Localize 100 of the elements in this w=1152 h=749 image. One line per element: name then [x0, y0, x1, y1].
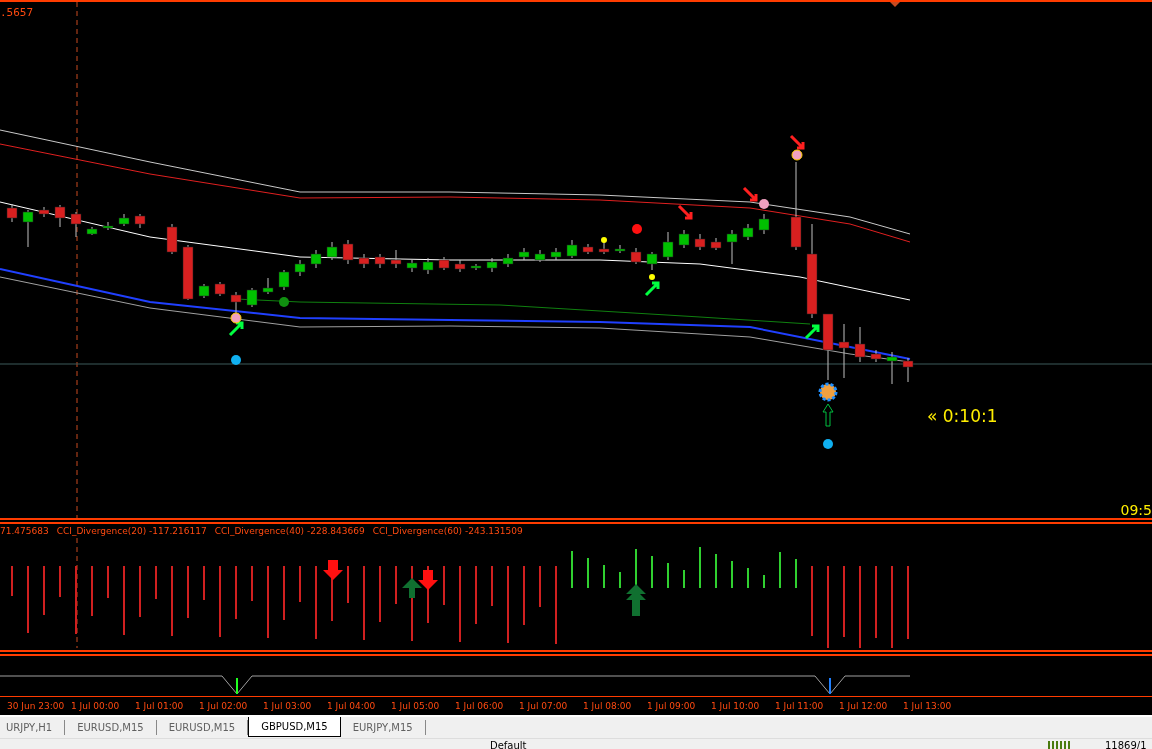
time-axis-label: 1 Jul 06:00 — [455, 701, 505, 711]
indicator-legend: CCI_Divergence(60) -243.131509 — [372, 526, 523, 538]
candle — [838, 323, 850, 379]
candle — [582, 243, 594, 255]
candle — [54, 204, 66, 228]
signal-dot-icon — [279, 297, 289, 307]
star-burst-icon — [818, 382, 838, 402]
signal-dot-icon — [759, 199, 769, 209]
time-axis-label: 1 Jul 04:00 — [327, 701, 377, 711]
candle — [726, 229, 738, 265]
price-label: .5657 — [0, 6, 34, 19]
candle — [518, 247, 530, 261]
time-axis-label: 1 Jul 07:00 — [519, 701, 569, 711]
candle — [422, 257, 434, 275]
signal-dot-icon — [791, 149, 803, 161]
candle — [406, 259, 418, 273]
time-axis-label: 1 Jul 13:00 — [903, 701, 953, 711]
chart-tab[interactable]: EURUSD,M15 — [65, 720, 157, 735]
up-arrow-icon — [822, 403, 834, 427]
down-arrow-icon — [418, 570, 438, 590]
time-axis-label: 30 Jun 23:00 — [7, 701, 66, 711]
time-axis-label: 1 Jul 11:00 — [775, 701, 825, 711]
buy-arrow-icon — [804, 324, 820, 340]
candle — [86, 226, 98, 236]
sell-arrow-icon — [742, 186, 758, 202]
candle — [678, 229, 690, 249]
candle — [166, 223, 178, 255]
buy-arrow-icon — [644, 281, 660, 297]
candle — [278, 269, 290, 291]
candle — [70, 211, 82, 238]
candle — [566, 239, 578, 259]
signal-dot-icon — [230, 312, 242, 324]
time-axis-label: 1 Jul 03:00 — [263, 701, 313, 711]
candle — [886, 351, 898, 385]
candle — [454, 259, 466, 273]
candle — [470, 263, 482, 271]
candle — [438, 256, 450, 271]
signal-dot-icon — [632, 224, 642, 234]
candle — [38, 206, 50, 218]
candle — [534, 249, 546, 263]
candle — [646, 251, 658, 271]
candle — [854, 326, 866, 363]
signal-dot-icon — [231, 355, 241, 365]
profile-label: Default — [490, 740, 527, 749]
chart-tab[interactable]: URJPY,H1 — [0, 720, 66, 735]
candle — [102, 221, 114, 231]
indicator-legend: CCI_Divergence(40) -228.843669 — [214, 526, 365, 538]
candle — [550, 247, 562, 261]
clock-label: 09:5 — [1120, 502, 1152, 518]
candle — [6, 203, 18, 223]
candle — [694, 233, 706, 251]
down-arrow-icon — [323, 560, 343, 580]
connection-bars-icon — [1048, 741, 1072, 749]
candle — [294, 259, 306, 277]
candle — [134, 213, 146, 229]
candle — [198, 283, 210, 299]
time-axis-label: 1 Jul 02:00 — [199, 701, 249, 711]
signal-dot-icon — [649, 274, 655, 280]
candle — [326, 241, 338, 261]
candle — [630, 247, 642, 265]
time-axis-label: 1 Jul 09:00 — [647, 701, 697, 711]
indicator-legend: 71.475683 — [0, 526, 49, 538]
candle — [310, 249, 322, 269]
up-arrow-icon — [626, 584, 646, 616]
time-axis-label: 1 Jul 00:00 — [71, 701, 121, 711]
sell-arrow-icon — [677, 204, 693, 220]
candle — [662, 231, 674, 261]
sell-arrow-icon — [789, 134, 805, 150]
candle — [390, 249, 402, 269]
triangle-marker-icon — [890, 2, 900, 8]
chart-tab[interactable]: GBPUSD,M15 — [248, 717, 341, 737]
candle — [710, 237, 722, 251]
indicator-legend: CCI_Divergence(20) -117.216117 — [56, 526, 207, 538]
buy-arrow-icon — [228, 321, 244, 337]
candle — [342, 239, 354, 265]
candle — [246, 287, 258, 308]
candle — [870, 349, 882, 363]
candle — [742, 223, 754, 241]
time-axis-label: 1 Jul 05:00 — [391, 701, 441, 711]
candle — [182, 244, 194, 301]
up-arrow-icon — [402, 578, 422, 598]
candle — [486, 257, 498, 273]
candle — [822, 313, 834, 381]
candle — [374, 253, 386, 269]
candle — [502, 253, 514, 268]
chart-tab[interactable]: EURJPY,M15 — [340, 720, 426, 735]
candle — [902, 357, 914, 383]
candle — [598, 241, 610, 255]
candle-timer: « 0:10:1 — [927, 406, 998, 426]
candle — [614, 244, 626, 254]
candle — [214, 281, 226, 297]
candle — [358, 253, 370, 269]
candle — [262, 277, 274, 295]
candle — [758, 213, 770, 235]
time-axis-label: 1 Jul 08:00 — [583, 701, 633, 711]
signal-dot-icon — [601, 237, 607, 243]
time-axis-label: 1 Jul 01:00 — [135, 701, 185, 711]
candle — [22, 209, 34, 248]
traffic-label: 11869/1 — [1105, 740, 1147, 749]
signal-dot-icon — [823, 439, 833, 449]
